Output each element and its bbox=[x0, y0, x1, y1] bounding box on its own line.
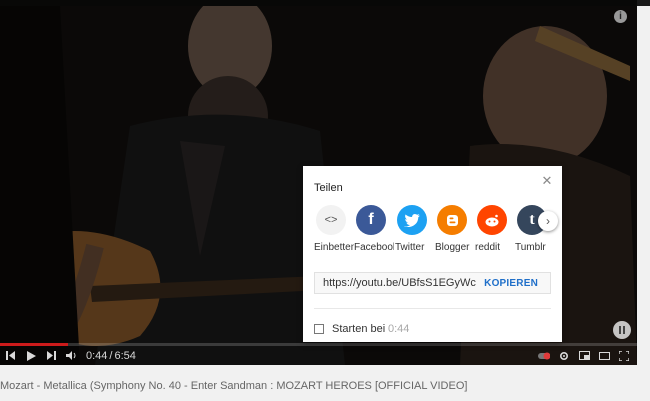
share-label-embed: Einbetten bbox=[314, 242, 354, 253]
time-separator: / bbox=[109, 349, 113, 362]
reddit-icon bbox=[477, 205, 507, 235]
share-scroll-right-icon[interactable]: › bbox=[538, 211, 558, 231]
copy-button[interactable]: KOPIEREN bbox=[484, 278, 538, 289]
share-target-reddit[interactable]: reddit bbox=[475, 205, 515, 253]
time-current: 0:44 bbox=[86, 349, 108, 362]
share-dialog: Teilen ✕ <> Einbetten f Facebook Twitter bbox=[303, 166, 562, 342]
share-target-facebook[interactable]: f Facebook bbox=[354, 205, 394, 253]
theater-mode-icon[interactable] bbox=[595, 348, 613, 364]
embed-icon: <> bbox=[316, 205, 346, 235]
share-label-reddit: reddit bbox=[475, 242, 501, 253]
controls-right bbox=[533, 348, 633, 364]
page: i 0:44/6:54 Mozart - Metallica (Symphony… bbox=[0, 0, 650, 401]
settings-icon[interactable] bbox=[555, 348, 573, 364]
fullscreen-icon[interactable] bbox=[615, 348, 633, 364]
share-url-field[interactable]: https://youtu.be/UBfsS1EGyWc KOPIEREN bbox=[314, 272, 551, 294]
time-display: 0:44/6:54 bbox=[86, 350, 136, 362]
time-total: 6:54 bbox=[114, 349, 136, 362]
facebook-icon: f bbox=[356, 205, 386, 235]
miniplayer-icon[interactable] bbox=[575, 348, 593, 364]
close-icon[interactable]: ✕ bbox=[541, 174, 553, 187]
pause-overlay-icon[interactable] bbox=[613, 321, 631, 339]
share-target-blogger[interactable]: Blogger bbox=[435, 205, 475, 253]
blogger-icon bbox=[437, 205, 467, 235]
play-icon[interactable] bbox=[22, 348, 40, 364]
start-at-checkbox[interactable] bbox=[314, 324, 324, 334]
divider bbox=[314, 308, 551, 309]
share-target-twitter[interactable]: Twitter bbox=[395, 205, 435, 253]
share-target-embed[interactable]: <> Einbetten bbox=[314, 205, 354, 253]
info-icon[interactable]: i bbox=[614, 10, 627, 23]
share-label-facebook: Facebook bbox=[354, 242, 394, 253]
autoplay-toggle-icon[interactable] bbox=[535, 348, 553, 364]
share-label-tumblr: Tumblr bbox=[515, 242, 546, 253]
share-url-text[interactable]: https://youtu.be/UBfsS1EGyWc bbox=[323, 277, 479, 289]
share-label-twitter: Twitter bbox=[395, 242, 425, 253]
next-icon[interactable] bbox=[42, 348, 60, 364]
share-label-blogger: Blogger bbox=[435, 242, 470, 253]
player-controls: 0:44/6:54 bbox=[0, 346, 637, 365]
share-dialog-title: Teilen bbox=[314, 182, 343, 194]
previous-icon[interactable] bbox=[2, 348, 20, 364]
start-at-label[interactable]: Starten bei bbox=[332, 323, 385, 335]
share-targets: <> Einbetten f Facebook Twitter Blogger bbox=[314, 205, 562, 257]
volume-icon[interactable] bbox=[62, 348, 80, 364]
video-title[interactable]: Mozart - Metallica (Symphony No. 40 - En… bbox=[0, 380, 467, 392]
twitter-icon bbox=[397, 205, 427, 235]
start-at-time: 0:44 bbox=[388, 323, 410, 335]
